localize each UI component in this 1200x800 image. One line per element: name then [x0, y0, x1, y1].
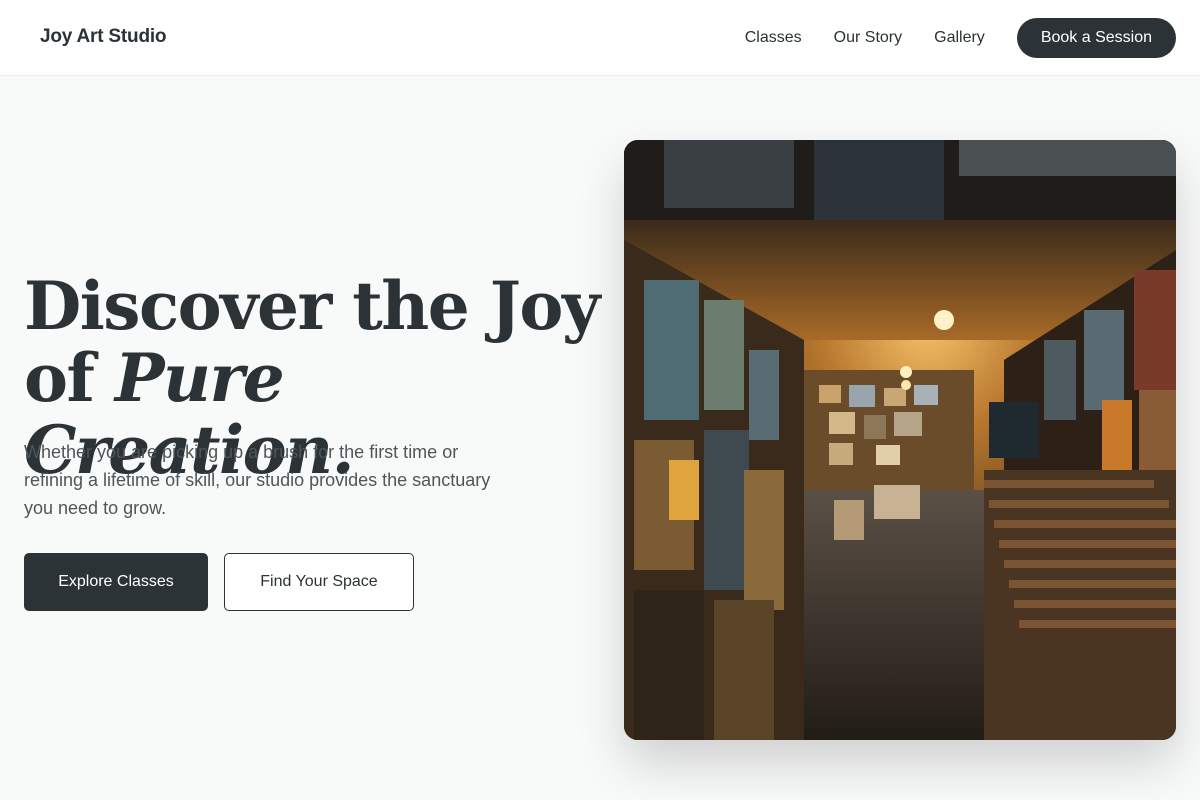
- nav-link-our-story[interactable]: Our Story: [834, 29, 902, 47]
- hero-subtitle: Whether you are picking up a brush for t…: [24, 442, 491, 518]
- hero-title-line1: Discover the Joy: [24, 267, 600, 345]
- nav-link-gallery[interactable]: Gallery: [934, 29, 985, 47]
- hero-image-art-gallery-corridor: [624, 140, 1176, 740]
- main-nav: Classes Our Story Gallery Book a Session: [745, 18, 1176, 58]
- hero-title-line2-prefix: of: [24, 339, 115, 417]
- explore-classes-button[interactable]: Explore Classes: [24, 553, 208, 611]
- find-your-space-button[interactable]: Find Your Space: [224, 553, 414, 611]
- nav-link-classes[interactable]: Classes: [745, 29, 802, 47]
- gallery-illustration: [624, 140, 1176, 740]
- book-session-button[interactable]: Book a Session: [1016, 18, 1176, 58]
- brand-logo[interactable]: Joy Art Studio: [40, 26, 167, 48]
- site-header: Joy Art Studio Classes Our Story Gallery…: [0, 0, 1200, 76]
